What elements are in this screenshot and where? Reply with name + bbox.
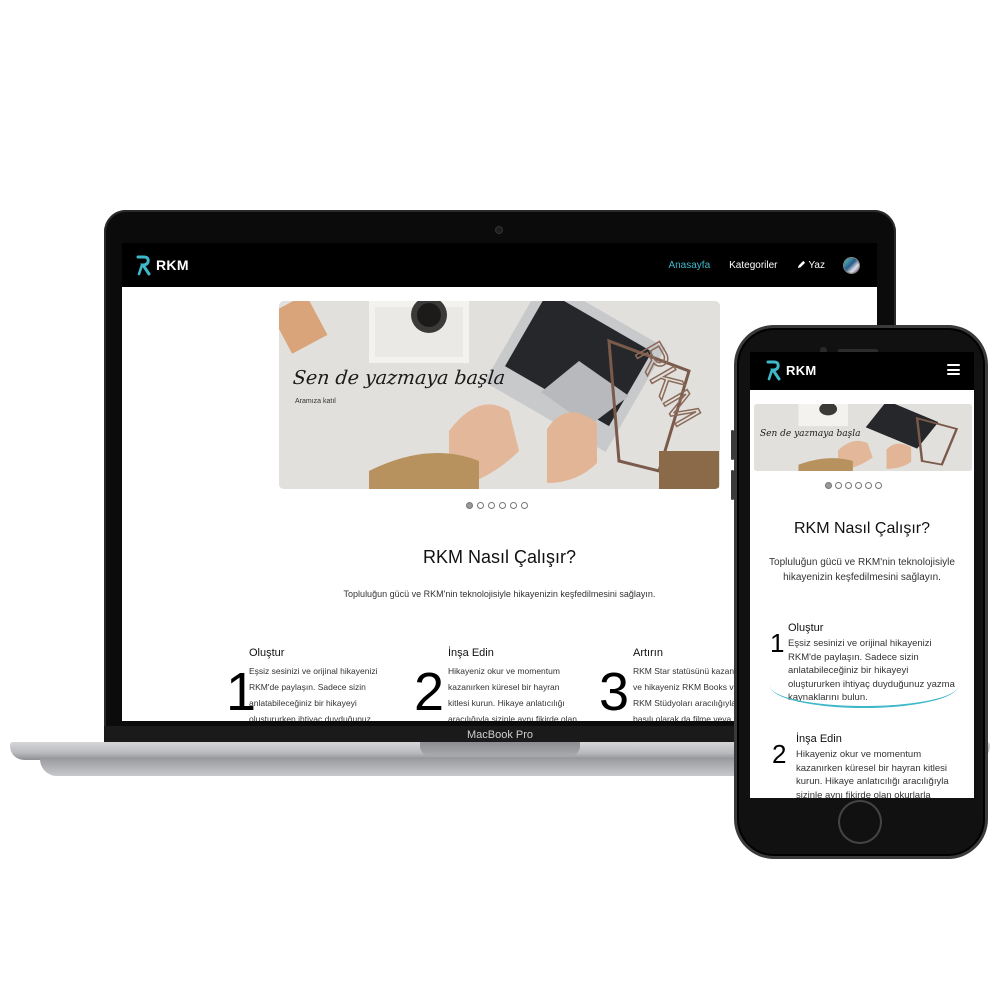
carousel-dot-3[interactable]: [488, 502, 495, 509]
hamburger-icon[interactable]: [947, 364, 960, 375]
mobile-navbar: RKM: [750, 352, 974, 390]
laptop-notch: [420, 742, 580, 756]
nav-write-label: Yaz: [808, 259, 826, 271]
phone-volume-up: [731, 430, 734, 460]
step-number: 2: [414, 662, 445, 721]
mobile-hero-slide[interactable]: Sen de yazmaya başla: [754, 404, 972, 471]
nav-home-link[interactable]: Anasayfa: [668, 260, 710, 271]
step-title: Oluştur: [249, 647, 285, 659]
carousel-dot-6[interactable]: [875, 482, 882, 489]
pencil-icon: [797, 260, 805, 268]
step-number: 2: [772, 739, 787, 769]
carousel-dot-6[interactable]: [521, 502, 528, 509]
step-description: RKM Star statüsünü kazanın ve hikayeniz …: [633, 666, 742, 721]
carousel-dot-2[interactable]: [477, 502, 484, 509]
nav-categories-link[interactable]: Kategoriler: [729, 260, 777, 271]
carousel-dot-3[interactable]: [845, 482, 852, 489]
step-description: Eşsiz sesinizi ve orijinal hikayenizi RK…: [249, 666, 378, 721]
mobile-site-logo[interactable]: RKM: [766, 359, 817, 381]
rkm-logo-icon: [136, 255, 151, 276]
rkm-logo-icon: [766, 360, 781, 381]
carousel-indicators: [466, 502, 528, 509]
mobile-how-title: RKM Nasıl Çalışır?: [793, 520, 931, 537]
navbar: RKM Anasayfa Kategoriler Yaz: [122, 243, 877, 287]
laptop-camera: [496, 227, 502, 233]
hero-carousel-slide[interactable]: RKM Sen de yazmaya başla Aramıza katıl: [279, 301, 720, 489]
mobile-carousel-indicators: [825, 482, 882, 489]
step-title: İnşa Edin: [796, 733, 842, 745]
carousel-dot-5[interactable]: [510, 502, 517, 509]
hero-subline: Aramıza katıl: [295, 398, 336, 405]
carousel-dot-1[interactable]: [825, 482, 832, 489]
phone-volume-down: [731, 470, 734, 500]
step-description: Hikayeniz okur ve momentum kazanırken kü…: [448, 666, 577, 721]
nav-links: Anasayfa Kategoriler Yaz: [668, 243, 859, 287]
user-avatar[interactable]: [844, 257, 859, 273]
carousel-dot-4[interactable]: [855, 482, 862, 489]
carousel-dot-1[interactable]: [466, 502, 473, 509]
carousel-dot-5[interactable]: [865, 482, 872, 489]
logo-text: RKM: [156, 257, 189, 273]
step-title: Artırın: [633, 647, 663, 659]
hero-photo: RKM: [279, 301, 720, 489]
phone-screen: RKM Sen de yazmaya başla RKM Nasıl Çalış…: [750, 352, 974, 798]
mobile-how-subtitle: Topluluğun gücü ve RKM'nin teknolojisiyl…: [769, 557, 955, 583]
step-number: 3: [599, 662, 630, 721]
step-title: İnşa Edin: [448, 647, 494, 659]
carousel-dot-2[interactable]: [835, 482, 842, 489]
logo-text: RKM: [786, 362, 817, 378]
nav-write-link[interactable]: Yaz: [797, 259, 826, 271]
step-description: Hikayeniz okur ve momentum kazanırken kü…: [796, 749, 949, 798]
step-number: 1: [770, 628, 785, 658]
hero-headline: Sen de yazmaya başla: [291, 367, 507, 389]
mobile-hero-headline: Sen de yazmaya başla: [760, 429, 861, 439]
site-logo[interactable]: RKM: [136, 254, 189, 276]
phone-home-button[interactable]: [840, 802, 880, 842]
step-title: Oluştur: [788, 622, 824, 634]
carousel-dot-4[interactable]: [499, 502, 506, 509]
active-step-underline: [770, 686, 958, 708]
